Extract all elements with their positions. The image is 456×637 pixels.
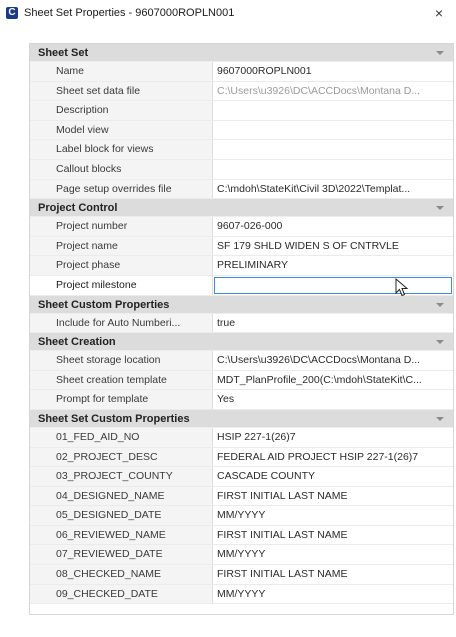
property-label: 03_PROJECT_COUNTY: [30, 467, 213, 486]
property-value[interactable]: 9607-026-000: [213, 217, 453, 236]
property-label: Project phase: [30, 256, 213, 275]
property-label: 05_DESIGNED_DATE: [30, 506, 213, 525]
property-row[interactable]: 08_CHECKED_NAME FIRST INITIAL LAST NAME: [30, 565, 453, 585]
chevron-down-icon[interactable]: [436, 51, 444, 55]
close-button[interactable]: ×: [430, 4, 448, 22]
section-header-label: Sheet Creation: [38, 336, 116, 349]
property-value[interactable]: C:\Users\u3926\DC\ACCDocs\Montana D...: [213, 82, 453, 101]
section-header-label: Sheet Set Custom Properties: [38, 412, 190, 425]
property-label: Sheet set data file: [30, 81, 213, 101]
property-label: Project number: [30, 217, 213, 236]
property-value[interactable]: CASCADE COUNTY: [213, 467, 453, 486]
property-label: 04_DESIGNED_NAME: [30, 486, 213, 506]
property-grid: Sheet Set Name 9607000ROPLN001 Sheet set da…: [29, 43, 454, 615]
chevron-down-icon[interactable]: [436, 206, 444, 211]
property-value[interactable]: Yes: [213, 390, 453, 409]
civil3d-app-icon: C: [6, 7, 18, 19]
property-value[interactable]: [213, 160, 453, 179]
property-label: Prompt for template: [30, 390, 213, 409]
property-label: Callout blocks: [30, 159, 213, 179]
property-row[interactable]: Callout blocks: [30, 159, 453, 180]
property-row[interactable]: 01_FED_AID_NO HSIP 227-1(26)7: [30, 427, 453, 448]
property-label: Description: [30, 101, 213, 120]
section-header-sheet-creation[interactable]: Sheet Creation: [30, 333, 453, 352]
property-value[interactable]: MM/YYYY: [213, 506, 453, 525]
property-row[interactable]: Include for Auto Numberi... true: [30, 313, 453, 334]
section-header-label: Project Control: [38, 202, 118, 215]
property-label: Project name: [30, 236, 213, 256]
property-row[interactable]: Model view: [30, 120, 453, 141]
property-label: 08_CHECKED_NAME: [30, 565, 213, 584]
property-row[interactable]: 07_REVIEWED_DATE MM/YYYY: [30, 545, 453, 566]
property-row[interactable]: Project milestone: [30, 275, 453, 296]
property-row[interactable]: Sheet set data file C:\Users\u3926\DC\ACC…: [30, 81, 453, 102]
property-value[interactable]: [213, 121, 453, 140]
chevron-down-icon[interactable]: [436, 302, 444, 307]
section-header-sheet-set[interactable]: Sheet Set: [30, 44, 453, 62]
property-value[interactable]: MDT_PlanProfile_200(C:\mdoh\StateKit\C..…: [213, 371, 453, 390]
property-value[interactable]: HSIP 227-1(26)7: [213, 428, 453, 447]
property-row[interactable]: Project number 9607-026-000: [30, 217, 453, 237]
section-header-label: Sheet Set: [38, 47, 89, 59]
property-value[interactable]: [213, 101, 453, 120]
property-value[interactable]: FEDERAL AID PROJECT HSIP 227-1(26)7: [213, 448, 453, 467]
chevron-down-icon[interactable]: [436, 340, 444, 345]
property-value[interactable]: SF 179 SHLD WIDEN S OF CNTRVLE: [213, 237, 453, 256]
section-header-sheet-set-custom-properties[interactable]: Sheet Set Custom Properties: [30, 409, 453, 428]
property-value[interactable]: FIRST INITIAL LAST NAME: [213, 565, 453, 584]
property-row[interactable]: 09_CHECKED_DATE MM/YYYY: [30, 584, 453, 605]
property-label: 09_CHECKED_DATE: [30, 584, 213, 604]
property-value[interactable]: C:\Users\u3926\DC\ACCDocs\Montana D...: [213, 351, 453, 370]
property-value-input[interactable]: [214, 276, 452, 294]
property-value[interactable]: PRELIMINARY: [213, 256, 453, 275]
property-value[interactable]: [213, 276, 453, 295]
chevron-down-icon[interactable]: [436, 416, 444, 421]
property-row[interactable]: 02_PROJECT_DESC FEDERAL AID PROJECT HSIP …: [30, 447, 453, 468]
property-label: Model view: [30, 120, 213, 140]
property-label: Project milestone: [30, 275, 213, 295]
property-label: Label block for views: [30, 140, 213, 159]
property-value[interactable]: MM/YYYY: [213, 585, 453, 604]
property-label: 02_PROJECT_DESC: [30, 447, 213, 467]
property-row[interactable]: Sheet storage location C:\Users\u3926\DC\…: [30, 351, 453, 371]
property-label: Page setup overrides file: [30, 179, 213, 199]
property-value[interactable]: MM/YYYY: [213, 545, 453, 564]
property-row[interactable]: Description: [30, 101, 453, 121]
section-header-sheet-custom-properties[interactable]: Sheet Custom Properties: [30, 295, 453, 314]
property-row[interactable]: 05_DESIGNED_DATE MM/YYYY: [30, 506, 453, 526]
property-row[interactable]: Page setup overrides file C:\mdoh\StateKi…: [30, 179, 453, 200]
section-header-project-control[interactable]: Project Control: [30, 199, 453, 218]
property-label: 01_FED_AID_NO: [30, 427, 213, 447]
property-row[interactable]: Project name SF 179 SHLD WIDEN S OF CNTRV…: [30, 236, 453, 257]
property-label: Sheet storage location: [30, 351, 213, 370]
property-row[interactable]: Project phase PRELIMINARY: [30, 256, 453, 276]
property-row[interactable]: 04_DESIGNED_NAME FIRST INITIAL LAST NAME: [30, 486, 453, 507]
section-header-label: Sheet Custom Properties: [38, 298, 170, 311]
property-row[interactable]: Sheet creation template MDT_PlanProfile_2…: [30, 370, 453, 391]
property-value[interactable]: [213, 140, 453, 159]
property-label: 06_REVIEWED_NAME: [30, 525, 213, 545]
property-value[interactable]: 9607000ROPLN001: [213, 62, 453, 81]
property-label: Name: [30, 62, 213, 81]
property-value[interactable]: FIRST INITIAL LAST NAME: [213, 487, 453, 506]
property-value[interactable]: C:\mdoh\StateKit\Civil 3D\2022\Templat..…: [213, 180, 453, 199]
property-value[interactable]: FIRST INITIAL LAST NAME: [213, 526, 453, 545]
window-title: Sheet Set Properties - 9607000ROPLN001: [24, 7, 235, 19]
property-row[interactable]: 06_REVIEWED_NAME FIRST INITIAL LAST NAME: [30, 525, 453, 546]
property-row[interactable]: Prompt for template Yes: [30, 390, 453, 410]
property-label: Include for Auto Numberi...: [30, 313, 213, 333]
property-row[interactable]: Name 9607000ROPLN001: [30, 62, 453, 82]
property-label: Sheet creation template: [30, 370, 213, 390]
property-row[interactable]: Label block for views: [30, 140, 453, 160]
title-bar: C Sheet Set Properties - 9607000ROPLN001…: [0, 0, 456, 28]
sheet-set-properties-dialog: C Sheet Set Properties - 9607000ROPLN001…: [0, 0, 456, 637]
property-row[interactable]: 03_PROJECT_COUNTY CASCADE COUNTY: [30, 467, 453, 487]
property-label: 07_REVIEWED_DATE: [30, 545, 213, 565]
property-value[interactable]: true: [213, 314, 453, 333]
